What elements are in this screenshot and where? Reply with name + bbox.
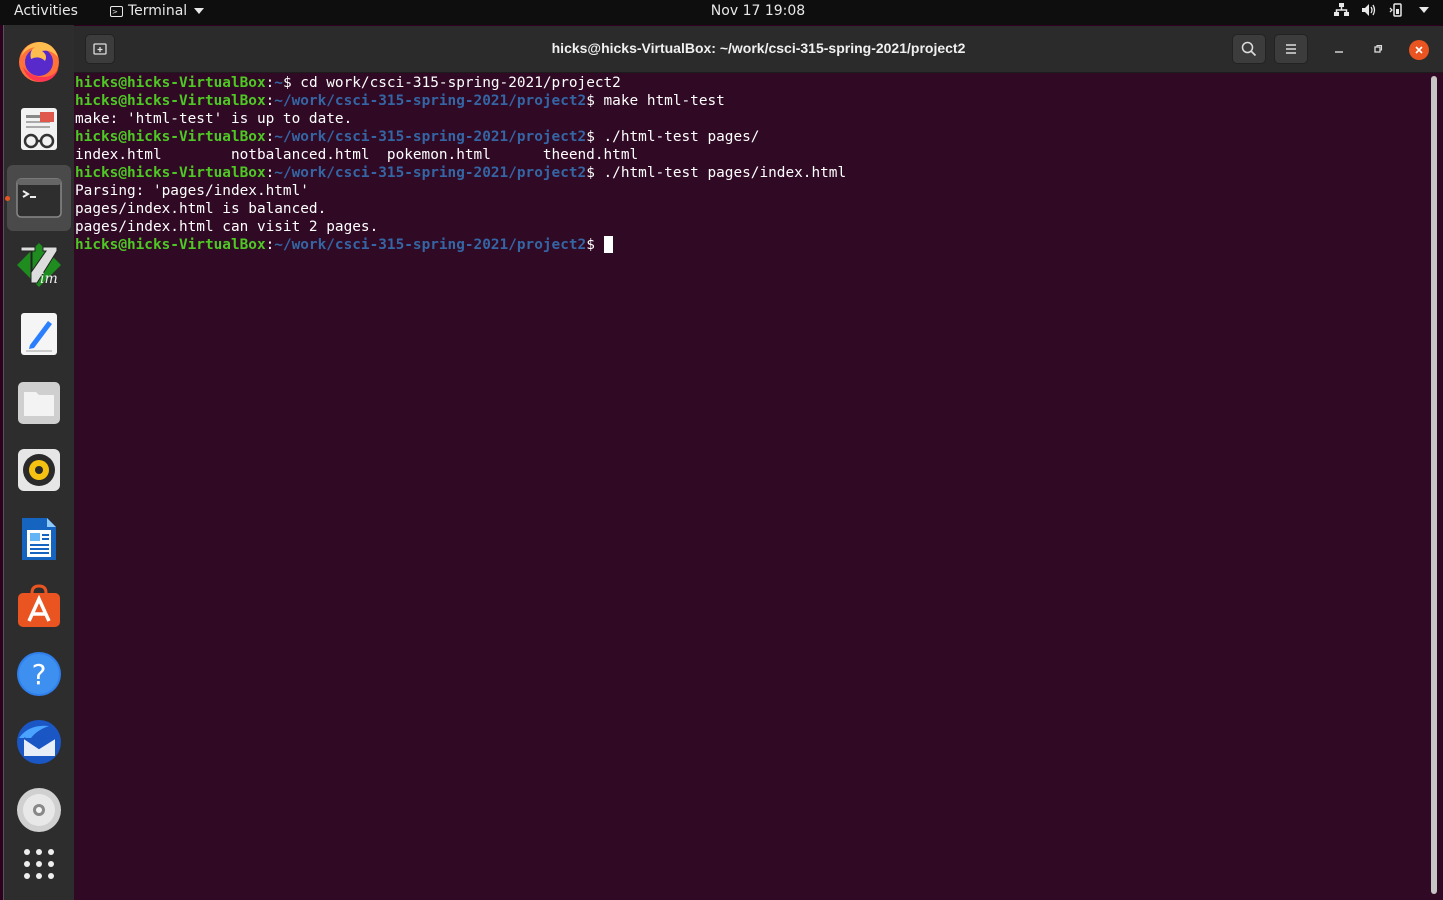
prompt-user-host: hicks@hicks-VirtualBox — [75, 129, 266, 145]
scrollbar[interactable] — [1431, 76, 1437, 894]
dock-ubuntu-software[interactable] — [4, 573, 74, 639]
prompt-user-host: hicks@hicks-VirtualBox — [75, 165, 266, 181]
running-indicator — [5, 196, 10, 201]
battery-icon — [1389, 3, 1405, 17]
prompt-user-host: hicks@hicks-VirtualBox — [75, 237, 266, 253]
svg-text:im: im — [40, 271, 58, 287]
terminal-output-line: make: 'html-test' is up to date. — [75, 110, 1430, 128]
terminal-icon — [16, 178, 62, 218]
text-cursor — [603, 236, 613, 253]
dock-help[interactable]: ? — [4, 641, 74, 707]
chevron-down-icon — [1419, 7, 1429, 13]
output-text: Parsing: 'pages/index.html' — [75, 183, 309, 199]
output-text: make: 'html-test' is up to date. — [75, 111, 353, 127]
clock[interactable]: Nov 17 19:08 — [0, 3, 1443, 19]
prompt-user-host: hicks@hicks-VirtualBox — [75, 75, 266, 91]
command-text: $ ./html-test pages/ — [586, 129, 760, 145]
command-text: $ ./html-test pages/index.html — [586, 165, 847, 181]
help-icon: ? — [17, 652, 61, 696]
dock-impress[interactable] — [4, 96, 74, 162]
dock-terminal[interactable] — [5, 165, 71, 231]
restore-icon — [1374, 44, 1383, 53]
command-text: $ cd work/csci-315-spring-2021/project2 — [282, 75, 621, 91]
folder-icon — [18, 382, 60, 424]
terminal-prompt-line: hicks@hicks-VirtualBox:~$ cd work/csci-3… — [75, 74, 1430, 92]
search-button[interactable] — [1232, 34, 1266, 64]
minimize-icon — [1335, 51, 1343, 53]
menu-button[interactable] — [1274, 34, 1308, 64]
text-editor-icon — [21, 313, 57, 355]
prompt-separator: : — [265, 75, 275, 91]
terminal-output-line: pages/index.html is balanced. — [75, 200, 1430, 218]
minimize-button[interactable] — [1330, 40, 1348, 58]
dock-thunderbird[interactable] — [4, 709, 74, 775]
terminal-prompt-line: hicks@hicks-VirtualBox:~/work/csci-315-s… — [75, 164, 1430, 182]
dock-text-editor[interactable] — [4, 301, 74, 367]
dock: im ? — [3, 25, 74, 900]
output-text: index.html notbalanced.html pokemon.html… — [75, 147, 639, 163]
prompt-separator: : — [265, 93, 275, 109]
software-store-icon — [18, 584, 60, 627]
vim-icon: im — [17, 243, 61, 287]
firefox-icon — [19, 42, 59, 82]
document-icon — [22, 518, 56, 560]
dock-writer[interactable] — [4, 506, 74, 572]
terminal-window: hicks@hicks-VirtualBox: ~/work/csci-315-… — [74, 26, 1443, 900]
prompt-separator: : — [265, 129, 275, 145]
command-text: $ — [586, 237, 604, 253]
system-status-menu[interactable] — [1334, 3, 1429, 17]
hamburger-icon — [1286, 44, 1296, 54]
thunderbird-icon — [17, 720, 61, 764]
dock-show-applications[interactable] — [4, 831, 74, 897]
prompt-path: ~/work/csci-315-spring-2021/project2 — [274, 93, 587, 109]
prompt-path: ~/work/csci-315-spring-2021/project2 — [274, 129, 587, 145]
terminal-output-line: Parsing: 'pages/index.html' — [75, 182, 1430, 200]
terminal-prompt-line: hicks@hicks-VirtualBox:~/work/csci-315-s… — [75, 128, 1430, 146]
dock-rhythmbox[interactable] — [4, 437, 74, 503]
window-header-bar[interactable]: hicks@hicks-VirtualBox: ~/work/csci-315-… — [74, 26, 1443, 73]
dock-vim[interactable]: im — [4, 232, 74, 298]
maximize-button[interactable] — [1369, 40, 1387, 58]
terminal-output[interactable]: hicks@hicks-VirtualBox:~$ cd work/csci-3… — [75, 74, 1430, 900]
prompt-separator: : — [265, 237, 275, 253]
prompt-path: ~/work/csci-315-spring-2021/project2 — [274, 165, 587, 181]
close-button[interactable] — [1409, 40, 1429, 60]
prompt-path: ~/work/csci-315-spring-2021/project2 — [274, 237, 587, 253]
prompt-user-host: hicks@hicks-VirtualBox — [75, 93, 266, 109]
dock-firefox[interactable] — [4, 28, 74, 94]
terminal-prompt-line: hicks@hicks-VirtualBox:~/work/csci-315-s… — [75, 92, 1430, 110]
dock-files[interactable] — [4, 370, 74, 436]
output-text: pages/index.html can visit 2 pages. — [75, 219, 379, 235]
volume-icon — [1361, 3, 1377, 17]
terminal-prompt-line: hicks@hicks-VirtualBox:~/work/csci-315-s… — [75, 236, 1430, 254]
search-icon — [1241, 41, 1257, 57]
close-icon — [1415, 46, 1423, 54]
presentation-icon — [21, 108, 57, 150]
app-grid-icon — [24, 849, 54, 879]
output-text: pages/index.html is balanced. — [75, 201, 327, 217]
prompt-separator: : — [265, 165, 275, 181]
network-icon — [1334, 3, 1349, 17]
disc-icon — [17, 788, 61, 832]
terminal-output-line: index.html notbalanced.html pokemon.html… — [75, 146, 1430, 164]
command-text: $ make html-test — [586, 93, 725, 109]
terminal-output-line: pages/index.html can visit 2 pages. — [75, 218, 1430, 236]
speaker-icon — [18, 449, 60, 491]
prompt-path: ~ — [274, 75, 283, 91]
svg-text:?: ? — [32, 658, 47, 691]
top-bar: Activities > Terminal Nov 17 19:08 — [0, 0, 1443, 25]
